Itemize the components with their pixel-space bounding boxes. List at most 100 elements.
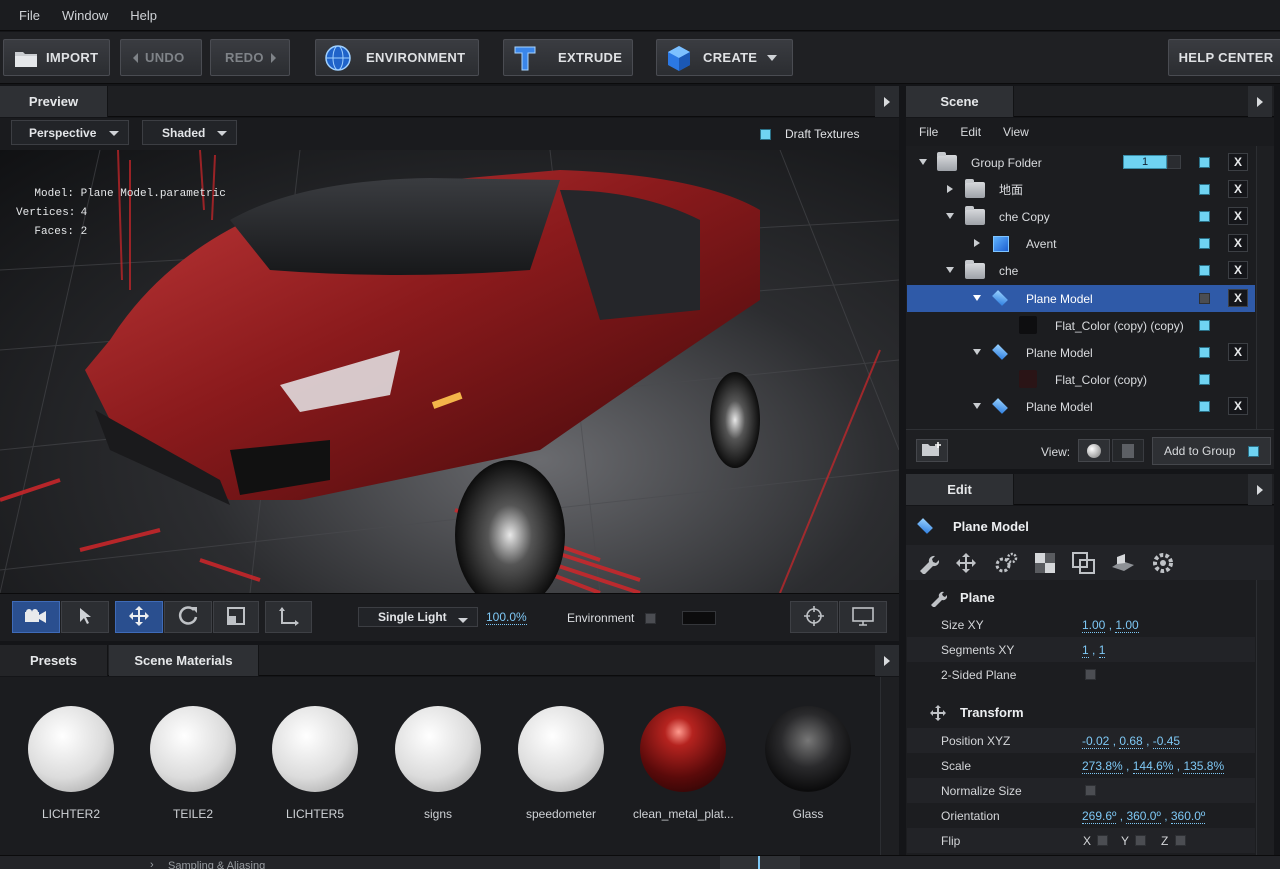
tab-edit[interactable]: Edit	[906, 474, 1014, 505]
flip-y-checkbox[interactable]	[1135, 835, 1146, 846]
expand-triangle-icon[interactable]	[974, 239, 980, 247]
position-x-field[interactable]: -0.02	[1082, 733, 1110, 749]
environment-button[interactable]: ENVIRONMENT	[315, 39, 479, 76]
preview-expand-arrow-icon[interactable]	[875, 86, 899, 117]
scale-x-field[interactable]: 273.8%	[1082, 758, 1123, 774]
tree-item-plane-model[interactable]: Plane Model X	[907, 339, 1255, 366]
tab-preview[interactable]: Preview	[0, 86, 108, 117]
delete-button[interactable]: X	[1228, 343, 1248, 361]
gears-icon[interactable]	[994, 552, 1018, 577]
delete-button[interactable]: X	[1228, 180, 1248, 198]
expand-triangle-icon[interactable]	[973, 349, 981, 355]
expand-triangle-icon[interactable]	[947, 185, 953, 193]
material-item[interactable]: Glass	[758, 706, 858, 821]
edit-expand-arrow-icon[interactable]	[1248, 474, 1272, 505]
material-item[interactable]: clean_metal_plat...	[633, 706, 734, 821]
position-z-field[interactable]: -0.45	[1152, 733, 1181, 749]
material-item[interactable]: TEILE2	[143, 706, 243, 821]
draft-textures-checkbox[interactable]	[760, 128, 771, 140]
extrude-shape-icon[interactable]	[1110, 553, 1136, 576]
view-sphere-button[interactable]	[1078, 439, 1110, 462]
scene-menu-file[interactable]: File	[919, 125, 938, 139]
environment-checkbox[interactable]	[645, 613, 656, 624]
environment-color-swatch[interactable]	[682, 611, 716, 625]
material-item[interactable]: LICHTER2	[21, 706, 121, 821]
visibility-checkbox[interactable]	[1199, 157, 1210, 168]
material-item[interactable]: speedometer	[511, 706, 611, 821]
display-mode-button[interactable]	[839, 601, 887, 633]
axis-tool-button[interactable]	[265, 601, 312, 633]
normalize-checkbox[interactable]	[1085, 785, 1096, 796]
visibility-checkbox[interactable]	[1199, 347, 1210, 358]
orientation-y-field[interactable]: 360.0º	[1126, 808, 1161, 824]
orientation-x-field[interactable]: 269.6º	[1082, 808, 1117, 824]
visibility-checkbox[interactable]	[1199, 293, 1210, 304]
flip-x-checkbox[interactable]	[1097, 835, 1108, 846]
draft-textures-toggle[interactable]: Draft Textures	[760, 127, 859, 141]
add-to-group-button[interactable]: Add to Group	[1152, 437, 1271, 465]
tree-item-group-folder[interactable]: Group Folder 1 X	[907, 149, 1255, 176]
add-to-group-checkbox[interactable]	[1248, 445, 1260, 457]
tree-item-material[interactable]: Flat_Color (copy) (copy)	[907, 312, 1255, 339]
expand-triangle-icon[interactable]	[973, 295, 981, 301]
scale-y-field[interactable]: 144.6%	[1132, 758, 1174, 774]
status-slider-track[interactable]	[720, 856, 800, 869]
menu-file[interactable]: File	[19, 8, 40, 23]
tree-item-che[interactable]: che X	[907, 257, 1255, 284]
materials-expand-arrow-icon[interactable]	[875, 645, 899, 676]
light-intensity-value[interactable]: 100.0%	[486, 610, 527, 625]
delete-button[interactable]: X	[1228, 234, 1248, 252]
extrude-button[interactable]: EXTRUDE	[503, 39, 633, 76]
material-item[interactable]: LICHTER5	[265, 706, 365, 821]
delete-button[interactable]: X	[1228, 153, 1248, 171]
delete-button[interactable]: X	[1228, 207, 1248, 225]
visibility-checkbox[interactable]	[1199, 374, 1210, 385]
shading-mode-dropdown[interactable]: Shaded	[142, 120, 237, 145]
visibility-checkbox[interactable]	[1199, 238, 1210, 249]
position-y-field[interactable]: 0.68	[1119, 733, 1143, 749]
new-folder-button[interactable]	[916, 439, 948, 462]
scene-expand-arrow-icon[interactable]	[1248, 86, 1272, 117]
group-count-field[interactable]: 1	[1123, 155, 1167, 169]
size-y-field[interactable]: 1.00	[1115, 617, 1139, 633]
redo-button[interactable]: REDO	[210, 39, 290, 76]
uv-layout-icon[interactable]	[1072, 552, 1096, 577]
edit-scrollbar[interactable]	[1256, 580, 1274, 855]
delete-button[interactable]: X	[1228, 397, 1248, 415]
wrench-icon[interactable]	[917, 552, 940, 577]
lighting-dropdown[interactable]: Single Light	[358, 607, 478, 627]
checker-material-icon[interactable]	[1034, 552, 1056, 577]
visibility-checkbox[interactable]	[1199, 320, 1210, 331]
visibility-checkbox[interactable]	[1199, 265, 1210, 276]
group-count-dropdown-icon[interactable]	[1167, 155, 1181, 169]
undo-button[interactable]: UNDO	[120, 39, 202, 76]
material-item[interactable]: signs	[388, 706, 488, 821]
transform-section-header[interactable]: Transform	[907, 699, 1255, 726]
menu-help[interactable]: Help	[130, 8, 157, 23]
orientation-z-field[interactable]: 360.0º	[1170, 808, 1206, 824]
expand-triangle-icon[interactable]	[946, 267, 954, 273]
select-tool-button[interactable]	[61, 601, 109, 633]
tab-presets[interactable]: Presets	[0, 645, 108, 676]
delete-button[interactable]: X	[1228, 289, 1248, 307]
tab-scene-materials[interactable]: Scene Materials	[109, 645, 259, 676]
tab-scene[interactable]: Scene	[906, 86, 1014, 117]
help-center-button[interactable]: HELP CENTER	[1168, 39, 1280, 76]
camera-tool-button[interactable]	[12, 601, 60, 633]
move-tool-button[interactable]	[115, 601, 163, 633]
size-x-field[interactable]: 1.00	[1082, 617, 1106, 633]
settings-gear-icon[interactable]	[1151, 551, 1175, 578]
rotate-tool-button[interactable]	[164, 601, 212, 633]
plane-section-header[interactable]: Plane	[907, 584, 1255, 611]
expand-triangle-icon[interactable]	[946, 213, 954, 219]
flip-z-checkbox[interactable]	[1175, 835, 1186, 846]
scene-menu-edit[interactable]: Edit	[960, 125, 981, 139]
focus-target-button[interactable]	[790, 601, 838, 633]
visibility-checkbox[interactable]	[1199, 401, 1210, 412]
tree-item-che-copy[interactable]: che Copy X	[907, 203, 1255, 230]
status-collapse-chevron-icon[interactable]: ›	[150, 859, 154, 869]
move-arrows-icon[interactable]	[955, 552, 977, 577]
visibility-checkbox[interactable]	[1199, 184, 1210, 195]
create-button[interactable]: CREATE	[656, 39, 793, 76]
scale-z-field[interactable]: 135.8%	[1183, 758, 1225, 774]
